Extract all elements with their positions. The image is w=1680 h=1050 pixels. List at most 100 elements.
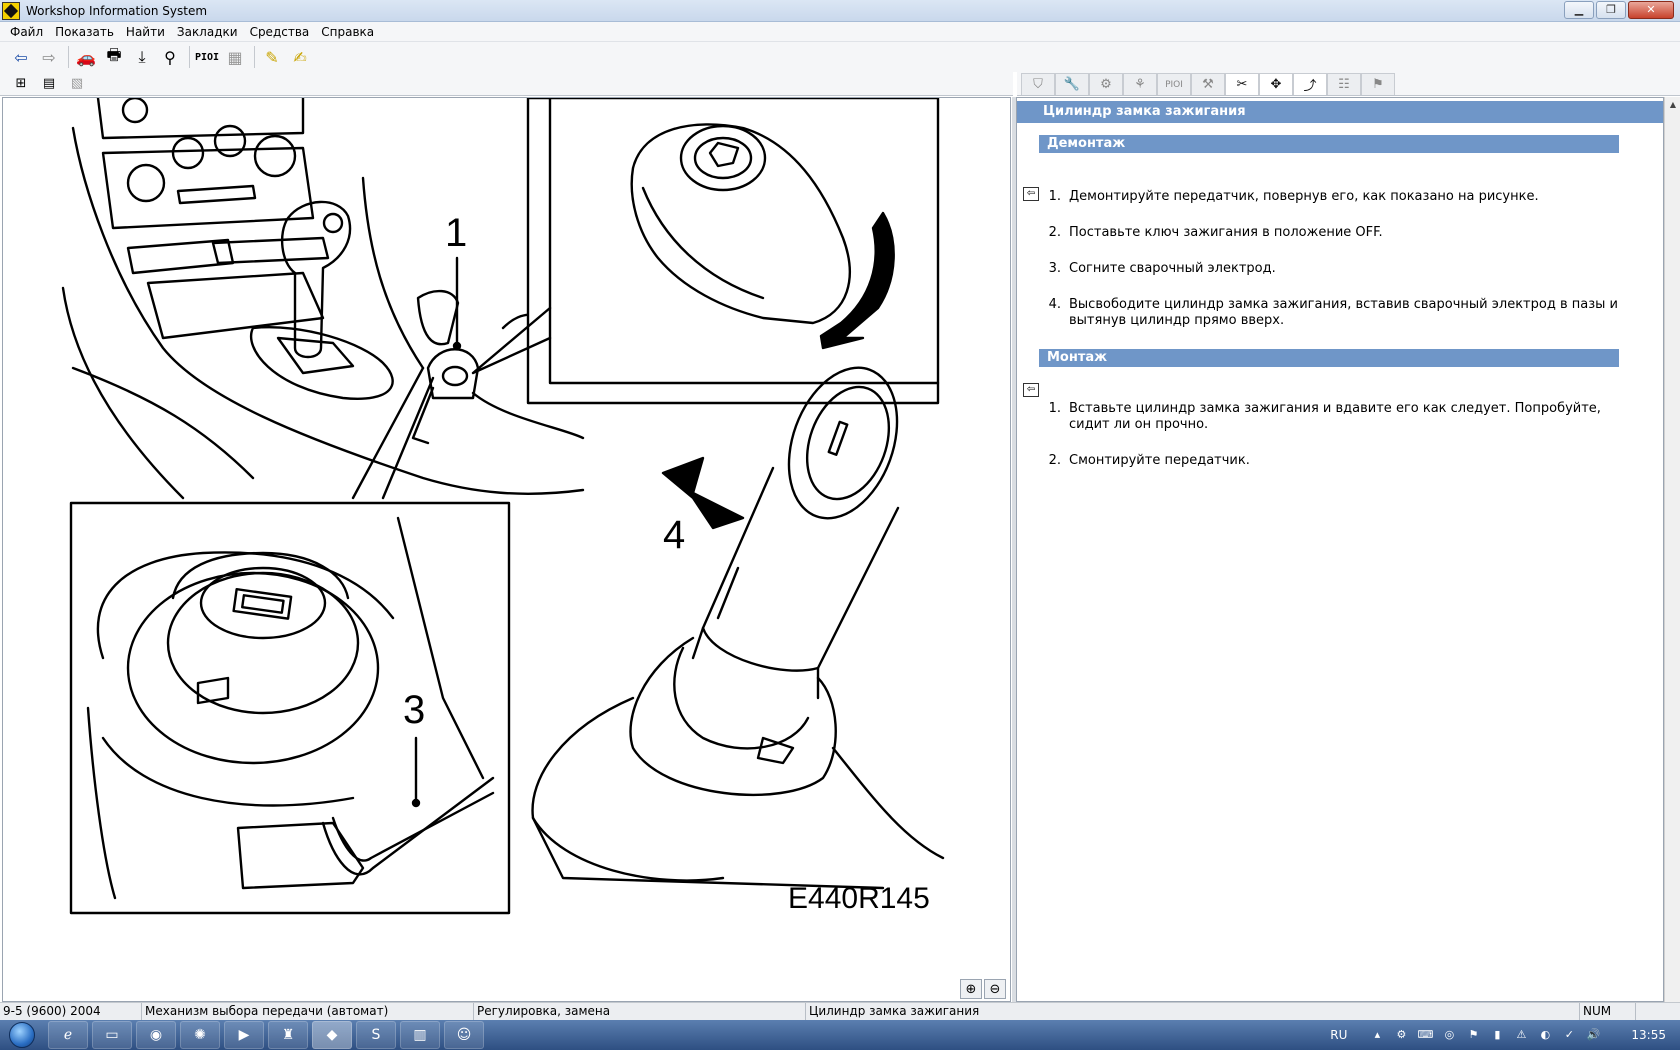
status-item: Цилиндр замка зажигания	[806, 1003, 1580, 1020]
tab-gear-icon[interactable]: ⚙	[1089, 73, 1123, 95]
vehicle-icon[interactable]: 🚗	[73, 45, 99, 69]
print-icon[interactable]: 🖶	[101, 45, 127, 69]
forward-arrow-icon[interactable]: ⇨	[36, 45, 62, 69]
chrome-icon[interactable]: ◉	[136, 1021, 176, 1049]
scroll-up-icon[interactable]: ▲	[1665, 97, 1680, 113]
zoom-in-icon[interactable]: ⊕	[960, 979, 982, 999]
tray-app-icon[interactable]: ⚠	[1513, 1027, 1529, 1043]
zoom-out-icon[interactable]: ⊖	[984, 979, 1006, 999]
document-view-icon[interactable]: ▤	[36, 72, 62, 96]
tree-view-icon[interactable]: ⊞	[8, 72, 34, 96]
filter-icon[interactable]: ▦	[222, 45, 248, 69]
pin-button[interactable]: PIOI	[194, 45, 220, 69]
minimize-button[interactable]: ▁	[1564, 1, 1594, 19]
download-icon[interactable]: ⤓	[129, 45, 155, 69]
ie-browser-icon[interactable]: ℯ	[48, 1021, 88, 1049]
highlight-pen-icon[interactable]: ✎	[259, 45, 285, 69]
menu-help[interactable]: Справка	[315, 25, 380, 39]
start-button[interactable]	[0, 1020, 44, 1050]
illustration-pane: 1 3 4 E440R145 ⊕ ⊖	[2, 97, 1011, 1002]
document-scrollbar[interactable]: ▲	[1664, 97, 1680, 1002]
status-empty	[1636, 1003, 1680, 1020]
app-icon[interactable]: ♜	[268, 1021, 308, 1049]
windows-logo-icon	[9, 1022, 35, 1048]
tab-move-icon[interactable]: ✥	[1259, 73, 1293, 95]
tab-bulletin-icon[interactable]: ☷	[1327, 73, 1361, 95]
document-pane: Цилиндр замка зажигания Демонтаж ⇦ 1. Де…	[1016, 97, 1664, 1002]
wis-app-icon[interactable]: ◆	[312, 1021, 352, 1049]
note-icon[interactable]: ✍	[287, 45, 313, 69]
skype-icon[interactable]: S	[356, 1021, 396, 1049]
tray-app-icon[interactable]: ◐	[1537, 1027, 1553, 1043]
tab-tool-icon[interactable]: ⚒	[1191, 73, 1225, 95]
media-player-icon[interactable]: ▶	[224, 1021, 264, 1049]
ignition-cylinder-illustration: 1 3 4 E440R145	[61, 98, 945, 915]
section-heading-installation: Монтаж	[1039, 349, 1619, 367]
list-item: 3. Согните сварочный электрод.	[1048, 261, 1276, 276]
list-item: 1. Вставьте цилиндр замка зажигания и вд…	[1048, 401, 1601, 432]
back-arrow-icon[interactable]: ⇦	[8, 45, 34, 69]
section-link-icon[interactable]: ⇦	[1023, 187, 1039, 201]
right-tab-bar: ⛉ 🔧 ⚙ ⚘ PIOI ⚒ ✂ ✥ ⤴ ☷ ⚑	[1017, 72, 1680, 96]
tray-app-icon[interactable]: ⚑	[1465, 1027, 1481, 1043]
menu-find[interactable]: Найти	[120, 25, 171, 39]
status-group: Механизм выбора передачи (автомат)	[142, 1003, 474, 1020]
status-operation: Регулировка, замена	[474, 1003, 806, 1020]
tab-special-tool-icon[interactable]: ⚑	[1361, 73, 1395, 95]
toolbar-divider	[68, 46, 69, 68]
tab-wrench-icon[interactable]: 🔧	[1055, 73, 1089, 95]
tray-app-icon[interactable]: ✓	[1561, 1027, 1577, 1043]
title-bar: Workshop Information System ▁ ❐ ✕	[0, 0, 1680, 22]
list-item: 1. Демонтируйте передатчик, повернув его…	[1048, 189, 1539, 204]
installation-steps: 1. Вставьте цилиндр замка зажигания и вд…	[1047, 401, 1623, 469]
network-icon[interactable]: ▮	[1489, 1027, 1505, 1043]
image-view-icon[interactable]: ▧	[64, 72, 90, 96]
tab-adjust-icon[interactable]: ⤴	[1293, 73, 1327, 95]
volume-icon[interactable]: 🔊	[1585, 1027, 1601, 1043]
removal-steps: 1. Демонтируйте передатчик, повернув его…	[1047, 189, 1623, 329]
taskbar: ℯ ▭ ◉ ✺ ▶ ♜ ◆ S ▥ ☺ RU ▴ ⚙ ⌨ ◎ ⚑ ▮ ⚠ ◐ ✓…	[0, 1020, 1680, 1050]
status-bar: 9-5 (9600) 2004 Механизм выбора передачи…	[0, 1002, 1680, 1020]
binoculars-icon[interactable]: ⚲	[157, 45, 183, 69]
tray-expand-icon[interactable]: ▴	[1369, 1027, 1385, 1043]
left-view-toolbar: ⊞ ▤ ▧	[0, 72, 1013, 96]
section-link-icon[interactable]: ⇦	[1023, 383, 1039, 397]
list-item: 2. Поставьте ключ зажигания в положение …	[1048, 225, 1383, 240]
users-icon[interactable]: ☺	[444, 1021, 484, 1049]
status-numlock: NUM	[1580, 1003, 1636, 1020]
callout-1: 1	[445, 211, 467, 255]
menu-file[interactable]: Файл	[4, 25, 49, 39]
list-item: 2. Смонтируйте передатчик.	[1048, 453, 1250, 468]
zoom-controls: ⊕ ⊖	[960, 979, 1006, 999]
system-tray: RU ▴ ⚙ ⌨ ◎ ⚑ ▮ ⚠ ◐ ✓ 🔊 13:55	[1330, 1020, 1680, 1050]
menu-bookmarks[interactable]: Закладки	[171, 25, 244, 39]
app-icon[interactable]: ✺	[180, 1021, 220, 1049]
tray-app-icon[interactable]: ◎	[1441, 1027, 1457, 1043]
tab-service-icon[interactable]: ⛉	[1021, 73, 1055, 95]
window-controls: ▁ ❐ ✕	[1564, 1, 1674, 19]
tray-app-icon[interactable]: ⚙	[1393, 1027, 1409, 1043]
status-model: 9-5 (9600) 2004	[0, 1003, 142, 1020]
close-button[interactable]: ✕	[1628, 1, 1674, 19]
window-title: Workshop Information System	[26, 3, 208, 18]
archive-icon[interactable]: ▥	[400, 1021, 440, 1049]
menu-tools[interactable]: Средства	[244, 25, 316, 39]
app-logo-icon	[2, 1, 20, 20]
language-indicator[interactable]: RU	[1330, 1028, 1347, 1042]
tab-repair-icon[interactable]: ✂	[1225, 73, 1259, 95]
main-toolbar: ⇦ ⇨ 🚗 🖶 ⤓ ⚲ PIOI ▦ ✎ ✍	[0, 42, 1680, 72]
menu-bar: Файл Показать Найти Закладки Средства Сп…	[0, 22, 1680, 42]
clock[interactable]: 13:55	[1631, 1028, 1666, 1042]
figure-code: E440R145	[788, 882, 930, 915]
tab-pin[interactable]: PIOI	[1157, 73, 1191, 95]
section-heading-removal: Демонтаж	[1039, 135, 1619, 153]
tray-keyboard-icon[interactable]: ⌨	[1417, 1027, 1433, 1043]
menu-view[interactable]: Показать	[49, 25, 120, 39]
maximize-button[interactable]: ❐	[1596, 1, 1626, 19]
document-title: Цилиндр замка зажигания	[1017, 101, 1663, 123]
callout-4: 4	[663, 513, 685, 557]
callout-3: 3	[403, 688, 425, 732]
file-explorer-icon[interactable]: ▭	[92, 1021, 132, 1049]
tab-parts-icon[interactable]: ⚘	[1123, 73, 1157, 95]
toolbar-divider	[189, 46, 190, 68]
